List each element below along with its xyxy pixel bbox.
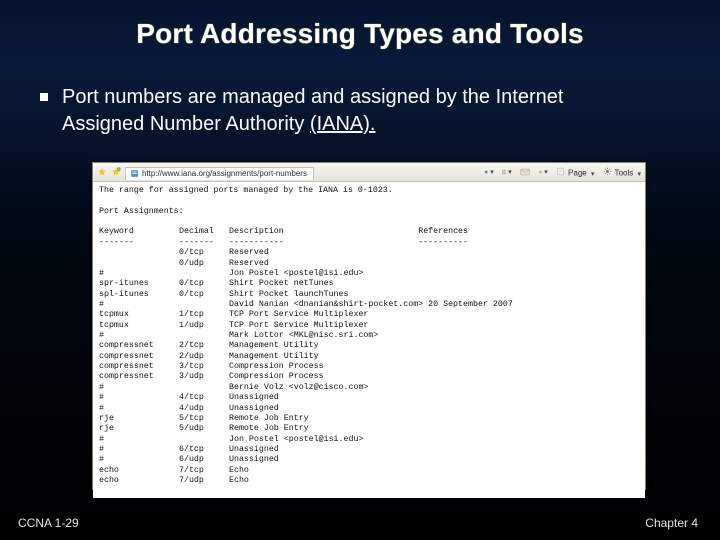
tools-menu-label: Tools bbox=[615, 169, 634, 178]
table-row: 0/udpReserved bbox=[99, 259, 639, 269]
bullet-line-2: Assigned Number Authority bbox=[62, 113, 310, 135]
browser-tab[interactable]: http://www.iana.org/assignments/port-num… bbox=[125, 167, 314, 180]
table-row: compressnet2/tcpManagement Utility bbox=[99, 341, 639, 351]
table-row: spl-itunes0/tcpShirt Pocket launchTunes bbox=[99, 290, 639, 300]
table-row: #David Nanian <dnanian&shirt-pocket.com>… bbox=[99, 300, 639, 310]
favorites-star-icon[interactable] bbox=[97, 167, 107, 177]
tools-menu[interactable]: Tools bbox=[602, 166, 641, 178]
table-row: tcpmux1/udpTCP Port Service Multiplexer bbox=[99, 321, 639, 331]
table-row: compressnet3/tcpCompression Process bbox=[99, 362, 639, 372]
table-row: #4/udpUnassigned bbox=[99, 404, 639, 414]
page-menu[interactable]: Page bbox=[556, 166, 595, 178]
print-icon[interactable] bbox=[538, 167, 548, 177]
table-row: echo7/tcpEcho bbox=[99, 466, 639, 476]
col-description: Description bbox=[229, 227, 284, 236]
tab-url: http://www.iana.org/assignments/port-num… bbox=[142, 169, 307, 178]
table-row: tcpmux1/tcpTCP Port Service Multiplexer bbox=[99, 310, 639, 320]
table-row: compressnet3/udpCompression Process bbox=[99, 372, 639, 382]
bullet-text: Port numbers are managed and assigned by… bbox=[62, 84, 563, 138]
assignments-heading: Port Assignments: bbox=[99, 207, 639, 217]
page-favicon-icon bbox=[129, 169, 139, 179]
bullet-icon bbox=[40, 93, 48, 101]
browser-toolbar-right: Page Tools bbox=[484, 166, 641, 178]
table-row: #Mark Lottor <MKL@nisc.sri.com> bbox=[99, 331, 639, 341]
page-menu-label: Page bbox=[568, 169, 587, 178]
page-icon bbox=[556, 166, 566, 176]
table-row: #4/tcpUnassigned bbox=[99, 393, 639, 403]
table-row: #Jon Postel <postel@isi.edu> bbox=[99, 269, 639, 279]
title-text: Port Addressing Types and Tools bbox=[136, 18, 584, 49]
port-rows: 0/tcpReserved0/udpReserved#Jon Postel <p… bbox=[99, 248, 639, 486]
col-references: References bbox=[418, 227, 468, 236]
table-row: rje5/tcpRemote Job Entry bbox=[99, 414, 639, 424]
table-row: #6/udpUnassigned bbox=[99, 455, 639, 465]
bullet-item: Port numbers are managed and assigned by… bbox=[40, 84, 682, 138]
column-headers: KeywordDecimalDescription References bbox=[99, 227, 639, 237]
slide-title: Port Addressing Types and Tools bbox=[0, 0, 720, 50]
intro-line: The range for assigned ports managed by … bbox=[99, 186, 639, 196]
gear-icon bbox=[602, 166, 612, 176]
add-favorite-icon[interactable] bbox=[111, 167, 121, 177]
table-row: #6/tcpUnassigned bbox=[99, 445, 639, 455]
browser-window: http://www.iana.org/assignments/port-num… bbox=[92, 162, 646, 490]
home-icon[interactable] bbox=[484, 167, 494, 177]
table-row: compressnet2/udpManagement Utility bbox=[99, 352, 639, 362]
mail-icon[interactable] bbox=[520, 167, 530, 177]
slide: Port Addressing Types and Tools Port num… bbox=[0, 0, 720, 540]
table-row: echo7/udpEcho bbox=[99, 476, 639, 486]
col-keyword: Keyword bbox=[99, 227, 179, 237]
col-decimal: Decimal bbox=[179, 227, 229, 237]
table-row: #Jon Postel <postel@isi.edu> bbox=[99, 435, 639, 445]
table-row: rje5/udpRemote Job Entry bbox=[99, 424, 639, 434]
header-rule: ------------------------- ---------- bbox=[99, 238, 639, 248]
iana-link[interactable]: (IANA). bbox=[310, 113, 376, 135]
table-row: #Bernie Volz <volz@cisco.com> bbox=[99, 383, 639, 393]
table-row: spr-itunes0/tcpShirt Pocket netTunes bbox=[99, 279, 639, 289]
bullet-line-1: Port numbers are managed and assigned by… bbox=[62, 86, 563, 108]
browser-tabbar: http://www.iana.org/assignments/port-num… bbox=[93, 163, 645, 182]
footer-left: CCNA 1-29 bbox=[18, 516, 79, 530]
footer-right: Chapter 4 bbox=[645, 516, 698, 530]
page-content: The range for assigned ports managed by … bbox=[93, 182, 645, 498]
table-row: 0/tcpReserved bbox=[99, 248, 639, 258]
feeds-icon[interactable] bbox=[502, 167, 512, 177]
